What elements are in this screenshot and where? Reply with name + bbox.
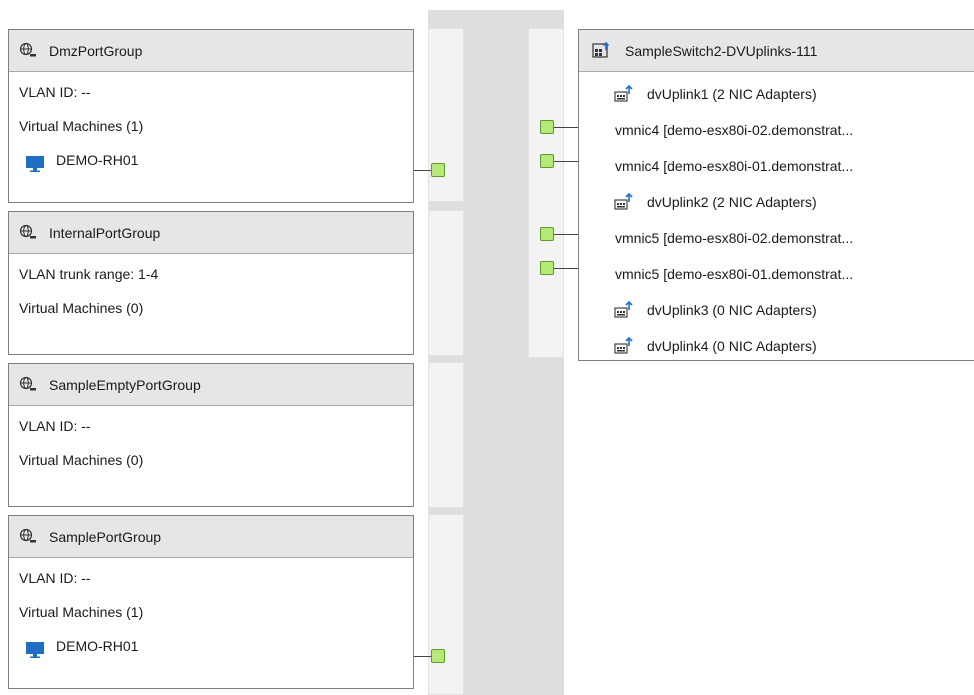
uplink-item[interactable]: dvUplink2 (2 NIC Adapters) [579,184,974,220]
nic-port[interactable] [540,154,554,168]
vlan-info: VLAN ID: -- [19,418,91,434]
nic-item[interactable]: vmnic5 [demo-esx80i-02.demonstrat... [579,220,974,256]
vm-connector-line [414,656,432,657]
port-group-name: SamplePortGroup [49,528,162,545]
nic-connector-line [554,127,578,128]
vm-port[interactable] [431,163,445,177]
uplink-item[interactable]: dvUplink3 (0 NIC Adapters) [579,292,974,328]
uplink-label: dvUplink4 (0 NIC Adapters) [647,338,817,354]
vm-count[interactable]: Virtual Machines (0) [9,443,413,477]
uplink-label: dvUplink3 (0 NIC Adapters) [647,302,817,318]
uplink-label: dvUplink1 (2 NIC Adapters) [647,86,817,102]
uplink-group-icon [591,41,613,61]
nic-port[interactable] [540,120,554,134]
uplink-item[interactable]: dvUplink4 (0 NIC Adapters) [579,328,974,364]
uplink-icon [613,300,635,320]
uplink-port-group[interactable]: SampleSwitch2-DVUplinks-111 dvUplink1 (2… [578,29,974,361]
nic-connector-line [554,234,578,235]
vlan-info: VLAN ID: -- [19,84,91,100]
bus-slot [428,210,464,356]
bus-slot [528,28,564,358]
port-group-name: SampleEmptyPortGroup [49,376,201,393]
globe-network-icon [19,224,37,242]
vm-count[interactable]: Virtual Machines (1) [9,109,413,143]
port-group-sample[interactable]: SamplePortGroup VLAN ID: -- Virtual Mach… [8,515,414,689]
vm-name: DEMO-RH01 [56,638,139,654]
nic-item[interactable]: vmnic4 [demo-esx80i-02.demonstrat... [579,112,974,148]
vm-item[interactable]: DEMO-RH01 [9,143,413,177]
vlan-info: VLAN trunk range: 1-4 [19,266,159,282]
globe-network-icon [19,42,37,60]
vlan-info: VLAN ID: -- [19,570,91,586]
switch-bus [428,10,564,695]
vm-connector-line [414,170,432,171]
port-group-internal[interactable]: InternalPortGroup VLAN trunk range: 1-4 … [8,211,414,355]
vm-port[interactable] [431,649,445,663]
port-group-sample-empty[interactable]: SampleEmptyPortGroup VLAN ID: -- Virtual… [8,363,414,507]
uplink-group-header[interactable]: SampleSwitch2-DVUplinks-111 [579,30,974,72]
nic-port[interactable] [540,261,554,275]
port-group-header[interactable]: InternalPortGroup [9,212,413,254]
port-group-name: DmzPortGroup [49,42,143,59]
uplink-item[interactable]: dvUplink1 (2 NIC Adapters) [579,76,974,112]
nic-port[interactable] [540,227,554,241]
globe-network-icon [19,528,37,546]
nic-connector-line [554,161,578,162]
vm-name: DEMO-RH01 [56,152,139,168]
bus-slot [428,362,464,508]
monitor-icon [25,151,45,172]
monitor-icon [25,637,45,658]
nic-item[interactable]: vmnic5 [demo-esx80i-01.demonstrat... [579,256,974,292]
nic-connector-line [554,268,578,269]
port-group-header[interactable]: DmzPortGroup [9,30,413,72]
vm-count[interactable]: Virtual Machines (0) [9,291,413,325]
uplink-icon [613,336,635,356]
port-group-header[interactable]: SamplePortGroup [9,516,413,558]
vm-item[interactable]: DEMO-RH01 [9,629,413,663]
port-group-name: InternalPortGroup [49,224,161,241]
bus-slot [428,514,464,695]
uplink-group-name: SampleSwitch2-DVUplinks-111 [625,42,818,59]
port-group-dmz[interactable]: DmzPortGroup VLAN ID: -- Virtual Machine… [8,29,414,203]
vm-count[interactable]: Virtual Machines (1) [9,595,413,629]
uplink-icon [613,84,635,104]
uplink-icon [613,192,635,212]
uplink-label: dvUplink2 (2 NIC Adapters) [647,194,817,210]
port-group-header[interactable]: SampleEmptyPortGroup [9,364,413,406]
nic-item[interactable]: vmnic4 [demo-esx80i-01.demonstrat... [579,148,974,184]
globe-network-icon [19,376,37,394]
